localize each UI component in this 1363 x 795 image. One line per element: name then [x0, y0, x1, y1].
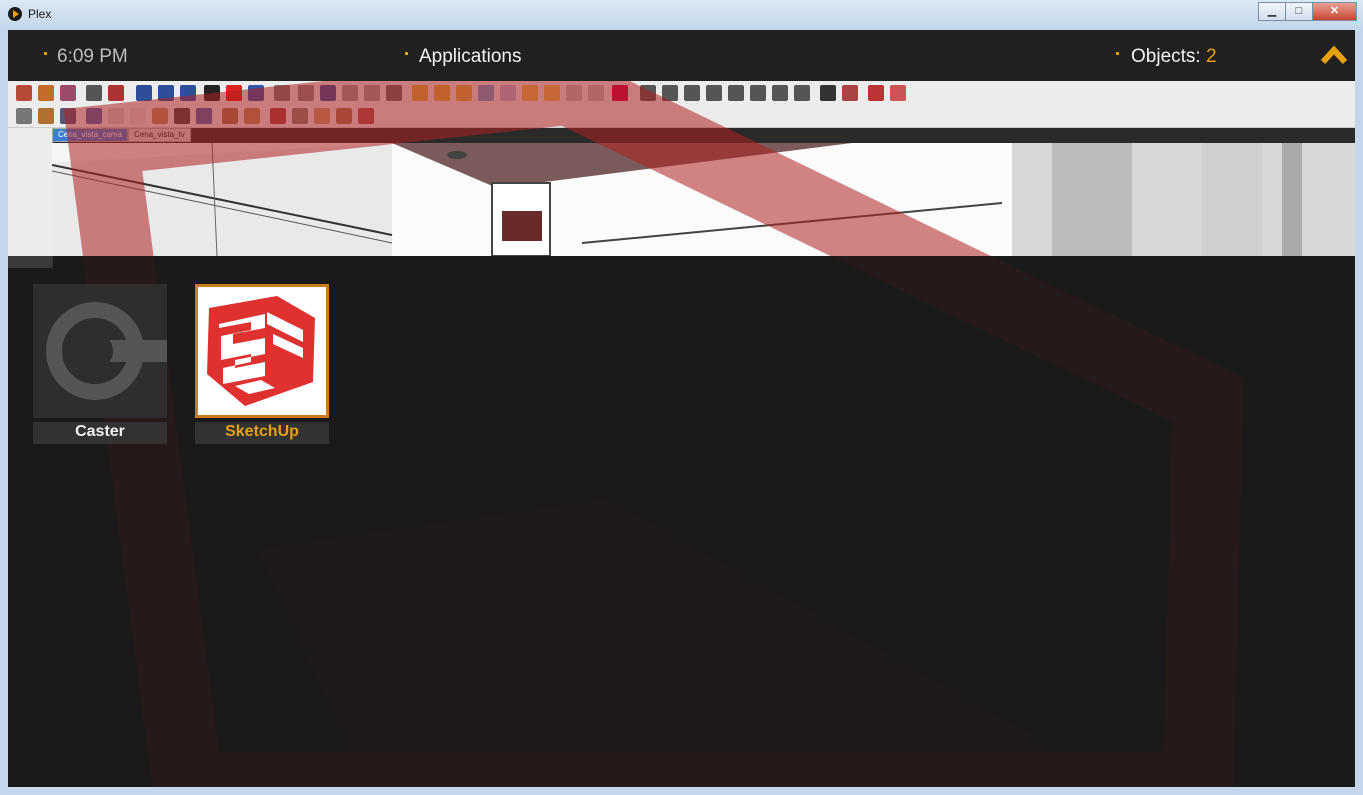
applications-grid: Caster SketchUp	[8, 256, 1355, 787]
objects-counter: Objects: 2	[1131, 46, 1217, 68]
objects-bullet	[1116, 52, 1119, 55]
plex-header: 6:09 PM Applications Objects: 2	[8, 30, 1355, 81]
window-titlebar[interactable]: Plex ▁ □ ✕	[0, 0, 1363, 31]
window-border-left	[0, 30, 8, 795]
window-title: Plex	[28, 7, 52, 21]
chevron-up-icon[interactable]	[1321, 44, 1347, 66]
clock: 6:09 PM	[57, 46, 128, 67]
plex-app-icon	[8, 7, 22, 21]
window-border-right	[1355, 30, 1363, 795]
app-label-sketchup: SketchUp	[195, 422, 329, 444]
maximize-button[interactable]: □	[1285, 2, 1313, 21]
sketchup-icon	[195, 284, 329, 418]
objects-count: 2	[1205, 46, 1217, 67]
section-bullet	[405, 52, 408, 55]
window-controls: ▁ □ ✕	[1258, 2, 1357, 21]
clock-bullet	[44, 52, 47, 55]
section-title: Applications	[419, 46, 522, 67]
close-button[interactable]: ✕	[1312, 2, 1357, 21]
caster-icon	[33, 284, 167, 418]
objects-label: Objects:	[1131, 46, 1201, 67]
minimize-button[interactable]: ▁	[1258, 2, 1286, 21]
window-border-bottom	[0, 787, 1363, 795]
app-label-caster: Caster	[33, 422, 167, 444]
plex-app: Cena_vista_cama Cena_vista_tv 6:09 PM Ap…	[8, 30, 1355, 787]
